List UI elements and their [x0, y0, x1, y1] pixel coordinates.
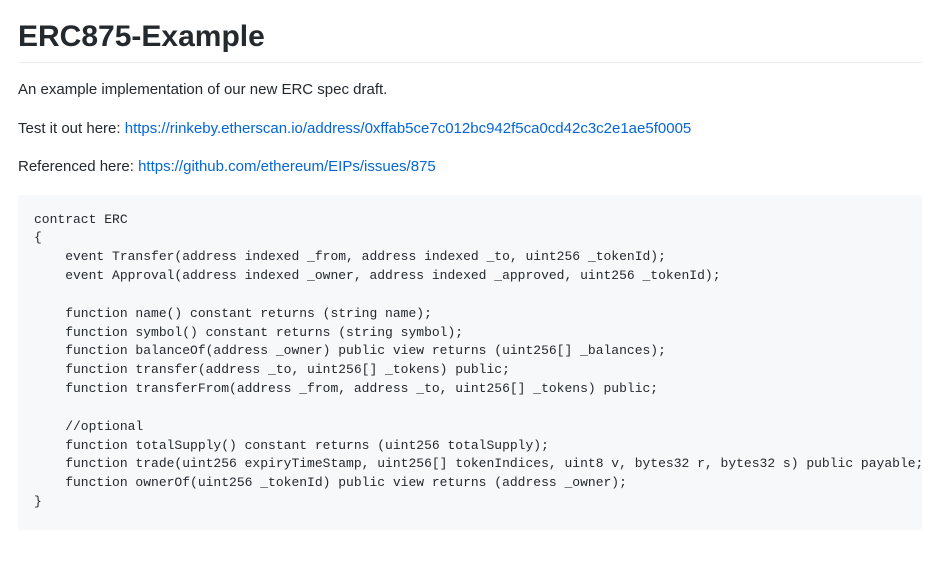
code-content: contract ERC { event Transfer(address in…	[18, 195, 922, 529]
reference-prefix: Referenced here:	[18, 158, 138, 175]
reference-link[interactable]: https://github.com/ethereum/EIPs/issues/…	[138, 158, 436, 175]
test-link[interactable]: https://rinkeby.etherscan.io/address/0xf…	[125, 120, 692, 137]
reference-line: Referenced here: https://github.com/ethe…	[18, 156, 922, 179]
test-prefix: Test it out here:	[18, 120, 125, 137]
page-title: ERC875-Example	[18, 20, 922, 63]
code-block[interactable]: contract ERC { event Transfer(address in…	[18, 195, 922, 531]
description-text: An example implementation of our new ERC…	[18, 79, 922, 102]
test-line: Test it out here: https://rinkeby.ethers…	[18, 118, 922, 141]
